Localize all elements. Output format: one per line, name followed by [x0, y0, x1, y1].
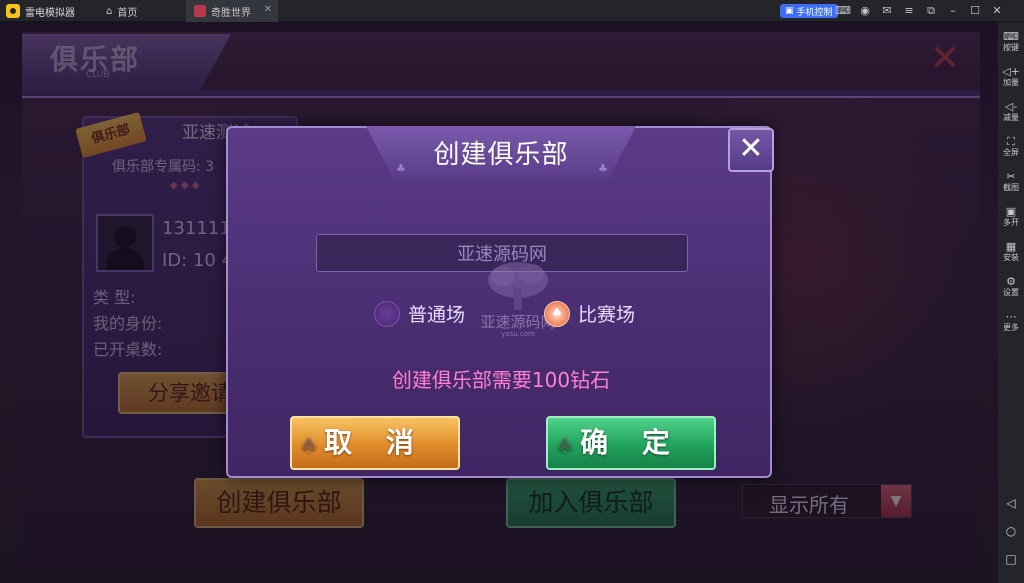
- watermark-tree-icon: [488, 262, 548, 310]
- radio-match[interactable]: ♠ 比赛场: [544, 300, 635, 327]
- game-icon: [194, 5, 206, 17]
- minimize-icon[interactable]: –: [942, 3, 964, 19]
- sidebar-item-keys[interactable]: ⌨ 按键: [998, 30, 1024, 53]
- radio-normal[interactable]: 普通场: [374, 300, 465, 327]
- keyboard-icon: ⌨: [1003, 30, 1019, 43]
- volume-down-icon: ◁-: [1004, 100, 1018, 113]
- game-screen: 俱乐部 CLUB ✕ 俱乐部 亚速测试 俱乐部专属码: 3 ◆ ◆ ◆ 1311…: [0, 22, 998, 583]
- radio-match-label: 比赛场: [578, 304, 636, 326]
- sidebar-item-multi[interactable]: ▣ 多开: [998, 205, 1024, 228]
- sidebar-item-install[interactable]: ▦ 安装: [998, 240, 1024, 263]
- tab-game[interactable]: 奇胜世界 ✕: [186, 0, 278, 22]
- sidebar-item-fullscreen[interactable]: ⛶ 全屏: [998, 135, 1024, 158]
- install-apk-icon: ▦: [1005, 240, 1017, 253]
- tab-home[interactable]: ⌂ 首页: [98, 0, 186, 22]
- menu-icon[interactable]: ≡: [898, 3, 920, 19]
- spade-icon: ♣: [396, 162, 406, 175]
- emulator-brand: 雷电模拟器: [6, 3, 75, 19]
- phone-control-icon: ▣: [785, 6, 794, 16]
- settings-icon: ⚙: [1006, 275, 1016, 288]
- spade-icon: ♠: [554, 431, 576, 459]
- sidebar-item-label: 加量: [1003, 78, 1019, 87]
- radio-match-indicator: ♠: [544, 300, 570, 327]
- dialog-close-button[interactable]: ✕: [728, 128, 774, 172]
- close-window-icon[interactable]: ✕: [986, 3, 1008, 19]
- confirm-button[interactable]: ♠ 确 定: [546, 416, 716, 470]
- sidebar-item-label: 按键: [1003, 43, 1019, 52]
- spade-icon: ♠: [551, 306, 563, 321]
- mail-icon[interactable]: ✉: [876, 3, 898, 19]
- emulator-logo-icon: [6, 4, 20, 18]
- watermark-url: yasu.com: [501, 330, 535, 338]
- sidebar-item-label: 减量: [1003, 113, 1019, 122]
- spade-icon: ♠: [298, 431, 320, 459]
- gamepad-icon[interactable]: ⌨: [832, 3, 854, 19]
- confirm-button-label: 确 定: [580, 426, 682, 459]
- radio-normal-indicator: [374, 300, 400, 327]
- sidebar-item-volume-down[interactable]: ◁- 减量: [998, 100, 1024, 123]
- volume-up-icon: ◁+: [1002, 65, 1020, 78]
- sidebar-item-label: 多开: [1003, 218, 1019, 227]
- create-club-dialog: 创建俱乐部 ♣ ♣ ✕ 亚速源码网 yasu.com 普通场 ♠: [226, 126, 774, 478]
- sidebar-item-label: 更多: [1003, 323, 1019, 332]
- multi-instance-icon: ▣: [1005, 205, 1017, 218]
- dialog-title: 创建俱乐部: [433, 140, 569, 170]
- emulator-sidebar: ⌨ 按键 ◁+ 加量 ◁- 减量 ⛶ 全屏 ✂ 截图 ▣ 多开 ▦ 安装 ⚙ 设: [998, 22, 1024, 583]
- phone-control-button[interactable]: ▣ 手机控制: [780, 4, 838, 18]
- sidebar-item-label: 全屏: [1003, 148, 1019, 157]
- radio-normal-label: 普通场: [408, 304, 466, 326]
- phone-control-label: 手机控制: [796, 7, 833, 18]
- tab-game-label: 奇胜世界: [211, 7, 251, 19]
- sidebar-item-settings[interactable]: ⚙ 设置: [998, 275, 1024, 298]
- home-nav-icon[interactable]: ○: [998, 524, 1024, 538]
- recent-apps-icon[interactable]: □: [998, 552, 1024, 566]
- sidebar-item-label: 设置: [1003, 288, 1019, 297]
- home-icon: ⌂: [106, 5, 113, 17]
- diamond-cost-note: 创建俱乐部需要100钻石: [391, 368, 611, 392]
- emulator-brand-name: 雷电模拟器: [25, 7, 75, 19]
- back-icon[interactable]: ◁: [998, 496, 1024, 510]
- tab-home-label: 首页: [117, 7, 138, 19]
- spade-icon: ♣: [598, 162, 608, 175]
- sidebar-item-label: 截图: [1003, 183, 1019, 192]
- tab-close-icon[interactable]: ✕: [264, 4, 272, 15]
- maximize-icon[interactable]: ☐: [964, 3, 986, 19]
- cancel-button-label: 取 消: [324, 426, 426, 459]
- cancel-button[interactable]: ♠ 取 消: [290, 416, 460, 470]
- sidebar-item-screenshot[interactable]: ✂ 截图: [998, 170, 1024, 193]
- fullscreen-icon: ⛶: [1007, 135, 1015, 148]
- sidebar-item-label: 安装: [1003, 253, 1019, 262]
- window-controls: ⌨ ◉ ✉ ≡ ⧉ – ☐ ✕: [832, 3, 1008, 19]
- account-icon[interactable]: ◉: [854, 3, 876, 19]
- emulator-window: 雷电模拟器 ⌂ 首页 奇胜世界 ✕ ▣ 手机控制 ⌨ ◉ ✉ ≡ ⧉ – ☐ ✕: [0, 0, 1024, 583]
- sidebar-item-more[interactable]: ⋯ 更多: [998, 310, 1024, 333]
- more-icon: ⋯: [1005, 310, 1017, 323]
- emulator-titlebar: 雷电模拟器 ⌂ 首页 奇胜世界 ✕ ▣ 手机控制 ⌨ ◉ ✉ ≡ ⧉ – ☐ ✕: [0, 0, 1024, 22]
- sidebar-item-volume-up[interactable]: ◁+ 加量: [998, 65, 1024, 88]
- scissors-icon: ✂: [1006, 170, 1016, 183]
- restore-icon[interactable]: ⧉: [920, 3, 942, 19]
